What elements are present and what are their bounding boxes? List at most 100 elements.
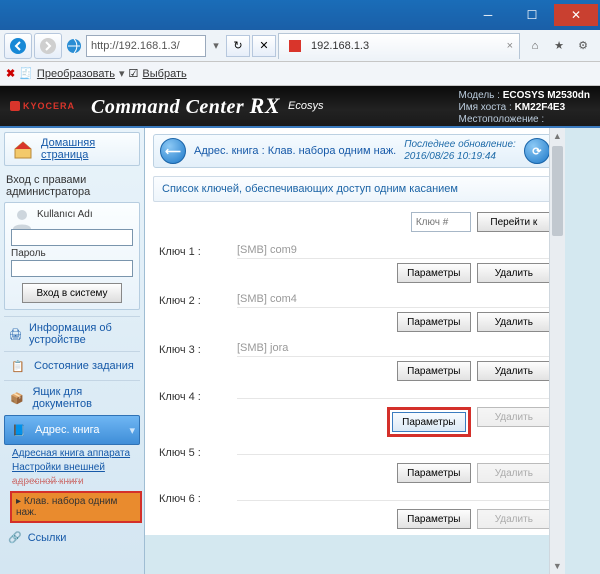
app-title: Command Center RX: [91, 93, 280, 119]
key-row: Ключ 2 : [SMB] com4: [153, 289, 557, 310]
key-list: Ключ 1 :[SMB] com9ПараметрыУдалитьКлюч 2…: [153, 240, 557, 535]
favorites-icon[interactable]: ★: [550, 37, 568, 55]
kyocera-logo: KYOCERA: [10, 101, 75, 111]
key-value: [237, 396, 551, 399]
delete-button: Удалить: [477, 463, 551, 483]
goto-row: Перейти к: [153, 212, 557, 232]
sublink-onetouch-current[interactable]: ▸ Клав. набора одним наж.: [10, 491, 142, 523]
scroll-down-icon[interactable]: ▼: [550, 558, 565, 574]
key-label: Ключ 5 :: [159, 447, 229, 459]
key-actions: Параметры Удалить: [153, 310, 557, 338]
book-icon: 📘: [9, 421, 29, 439]
reload-button[interactable]: ↻: [226, 35, 250, 57]
url-text: http://192.168.1.3/: [91, 40, 180, 52]
gear-icon[interactable]: ⚙: [574, 37, 592, 55]
address-bar[interactable]: http://192.168.1.3/: [86, 35, 206, 57]
extension-bar: ✖ 🧾 Преобразовать ▾ ☑ Выбрать: [0, 62, 600, 86]
params-button[interactable]: Параметры: [397, 463, 471, 483]
login-block: Kullanıcı Adı Пароль Вход в систему: [4, 202, 140, 310]
key-value: [SMB] com4: [237, 293, 551, 308]
chevron-down-icon[interactable]: ▾: [119, 67, 125, 80]
delete-button[interactable]: Удалить: [477, 312, 551, 332]
sidebar-item-device-info[interactable]: 🖨Информация об устройстве: [4, 316, 140, 351]
params-button[interactable]: Параметры: [397, 312, 471, 332]
list-icon: 📋: [8, 357, 28, 375]
params-button[interactable]: Параметры: [397, 361, 471, 381]
vertical-scrollbar[interactable]: ▲ ▼: [549, 128, 565, 574]
key-actions: Параметры Удалить: [153, 261, 557, 289]
maximize-button[interactable]: ☐: [510, 4, 554, 26]
home-icon[interactable]: ⌂: [526, 37, 544, 55]
sublink-external-settings-2[interactable]: адресной книги: [12, 475, 140, 489]
breadcrumb-text: Адрес. книга : Клав. набора одним наж.: [194, 145, 396, 157]
forward-button[interactable]: [34, 33, 62, 59]
delete-button[interactable]: Удалить: [477, 263, 551, 283]
key-row: Ключ 1 :[SMB] com9: [153, 240, 557, 261]
key-row: Ключ 4 :: [153, 387, 557, 405]
close-button[interactable]: ✕: [554, 4, 598, 26]
delete-button: Удалить: [477, 407, 551, 427]
key-actions: Параметры Удалить: [153, 461, 557, 489]
main: ⟵ Адрес. книга : Клав. набора одним наж.…: [145, 128, 565, 535]
sidebar-sublinks: Адресная книга аппарата Настройки внешне…: [4, 445, 140, 527]
browser-tools: ⌂ ★ ⚙: [522, 37, 596, 55]
username-input[interactable]: [11, 229, 133, 246]
password-input[interactable]: [11, 260, 133, 277]
printer-icon: 🖨: [8, 325, 23, 343]
delete-button[interactable]: Удалить: [477, 361, 551, 381]
key-label: Ключ 2 :: [159, 295, 229, 307]
user-icon: [11, 207, 33, 229]
blocked-icon: ✖: [6, 67, 15, 80]
tab-favicon: [285, 36, 305, 56]
sidebar-item-links[interactable]: 🔗Ссылки: [4, 527, 140, 548]
scroll-thumb[interactable]: [552, 146, 563, 236]
key-value: [SMB] jora: [237, 342, 551, 357]
key-row: Ключ 6 :: [153, 489, 557, 507]
breadcrumb-bar: ⟵ Адрес. книга : Клав. набора одним наж.…: [153, 134, 557, 168]
url-dropdown[interactable]: ▾: [208, 39, 224, 52]
chevron-down-icon: ▾: [129, 424, 135, 437]
select-link[interactable]: Выбрать: [142, 68, 186, 80]
key-value: [237, 498, 551, 501]
stop-button[interactable]: ✕: [252, 35, 276, 57]
select-icon: ☑: [129, 67, 139, 80]
sublink-device-addressbook[interactable]: Адресная книга аппарата: [12, 447, 140, 461]
sidebar-item-job-status[interactable]: 📋Состояние задания: [4, 351, 140, 380]
browser-toolbar: http://192.168.1.3/ ▾ ↻ ✕ 192.168.1.3 × …: [0, 30, 600, 62]
home-block[interactable]: Домашняя страница: [4, 132, 140, 166]
device-info: Модель : ECOSYS M2530dn Имя хоста : KM22…: [459, 90, 591, 126]
minimize-button[interactable]: ─: [466, 4, 510, 26]
params-button[interactable]: Параметры: [397, 263, 471, 283]
convert-icon: 🧾: [19, 67, 33, 80]
sidebar-item-address-book[interactable]: 📘Адрес. книга▾: [4, 415, 140, 445]
scroll-up-icon[interactable]: ▲: [550, 128, 565, 144]
key-actions: Параметры Удалить: [153, 359, 557, 387]
tab-close-icon[interactable]: ×: [507, 40, 513, 52]
key-number-input[interactable]: [411, 212, 471, 232]
ie-icon: [64, 36, 84, 56]
sidebar-item-doc-box[interactable]: 📦Ящик для документов: [4, 380, 140, 415]
back-round-button[interactable]: ⟵: [160, 138, 186, 164]
login-button[interactable]: Вход в систему: [22, 283, 122, 303]
browser-tab[interactable]: 192.168.1.3 ×: [278, 33, 520, 59]
key-label: Ключ 4 :: [159, 391, 229, 403]
section-title: Список ключей, обеспечивающих доступ одн…: [153, 176, 557, 202]
home-link[interactable]: Домашняя страница: [41, 137, 133, 161]
highlighted-params: Параметры: [387, 407, 471, 437]
admin-heading: Вход с правами администратора: [4, 172, 140, 202]
sublink-external-settings[interactable]: Настройки внешней: [12, 461, 140, 475]
globe-icon: 🔗: [8, 531, 22, 544]
refresh-round-button[interactable]: ⟳: [524, 138, 550, 164]
goto-button[interactable]: Перейти к: [477, 212, 551, 232]
convert-link[interactable]: Преобразовать: [37, 68, 115, 80]
back-button[interactable]: [4, 33, 32, 59]
password-label: Пароль: [11, 248, 133, 259]
params-button[interactable]: Параметры: [392, 412, 466, 432]
box-icon: 📦: [8, 389, 26, 407]
window-titlebar: ─ ☐ ✕: [0, 0, 600, 30]
content: Домашняя страница Вход с правами админис…: [0, 128, 600, 574]
params-button[interactable]: Параметры: [397, 509, 471, 529]
key-value: [SMB] com9: [237, 244, 551, 259]
brand: KYOCERA: [10, 101, 75, 111]
key-value: [237, 452, 551, 455]
